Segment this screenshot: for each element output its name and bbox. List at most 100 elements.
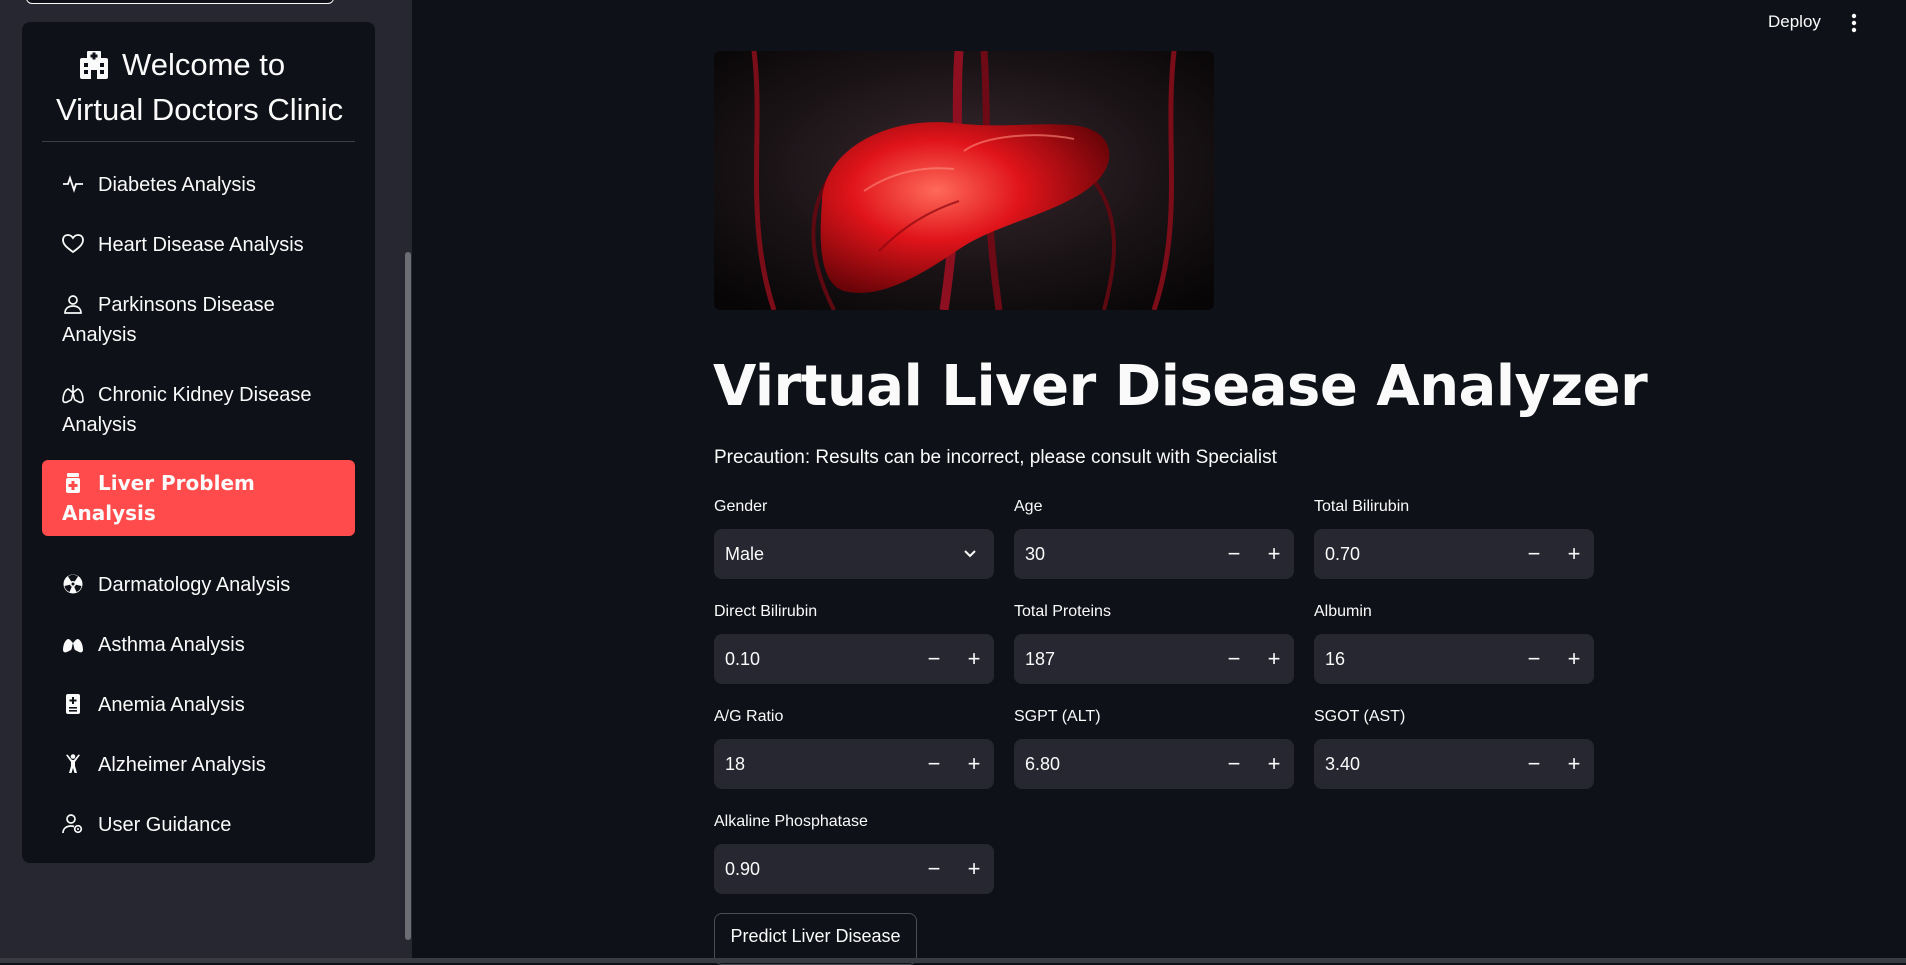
liver-illustration [714,51,1214,310]
person-arms-up-icon [66,754,80,773]
page-title: Virtual Liver Disease Analyzer [713,354,1648,419]
sgot-field: SGOT (AST) − + [1314,707,1594,789]
nav-item-parkinsons[interactable]: Parkinsons Disease Analysis [42,282,355,358]
file-medical-icon [66,694,80,714]
nav-item-asthma[interactable]: Asthma Analysis [42,622,355,668]
field-label: Gender [714,498,768,515]
field-label: Alkaline Phosphatase [714,813,868,830]
nav-item-user-guidance[interactable]: User Guidance [42,802,355,848]
decrement-button[interactable]: − [1514,529,1554,579]
total-bilirubin-field: Total Bilirubin − + [1314,497,1594,579]
alkaline-phosphatase-input[interactable] [725,857,915,881]
sidebar-collapse-control[interactable] [26,0,334,4]
menu-divider [42,141,355,142]
ag-ratio-input[interactable] [725,752,915,776]
albumin-input[interactable] [1325,647,1515,671]
sgot-stepper: − + [1314,739,1594,789]
gender-select[interactable]: Male [714,529,994,579]
nav-item-label: Anemia Analysis [98,694,245,716]
nav-item-kidney[interactable]: Chronic Kidney Disease Analysis [42,372,355,448]
hospital-icon [80,51,108,79]
albumin-stepper: − + [1314,634,1594,684]
increment-button[interactable]: + [954,634,994,684]
decrement-button[interactable]: − [1214,634,1254,684]
sgpt-stepper: − + [1014,739,1294,789]
nav-item-label: Heart Disease Analysis [98,234,304,256]
field-label: Albumin [1314,603,1372,620]
nav-item-label: Chronic Kidney Disease Analysis [62,384,312,436]
increment-button[interactable]: + [1254,634,1294,684]
field-label: Age [1014,498,1043,515]
total-proteins-stepper: − + [1014,634,1294,684]
decrement-button[interactable]: − [914,739,954,789]
sgot-input[interactable] [1325,752,1515,776]
direct-bilirubin-input[interactable] [725,647,915,671]
decrement-button[interactable]: − [1514,634,1554,684]
nav-item-dermatology[interactable]: Darmatology Analysis [42,562,355,608]
precaution-text: Precaution: Results can be incorrect, pl… [714,447,1277,468]
ag-ratio-stepper: − + [714,739,994,789]
nav-item-liver[interactable]: Liver Problem Analysis [42,460,355,536]
decrement-button[interactable]: − [1514,739,1554,789]
sgpt-field: SGPT (ALT) − + [1014,707,1294,789]
age-input[interactable] [1025,542,1215,566]
albumin-field: Albumin − + [1314,602,1594,684]
age-field: Age − + [1014,497,1294,579]
menu-title: Welcome to Virtual Doctors Clinic [56,42,356,132]
increment-button[interactable]: + [1554,739,1594,789]
field-label: Total Proteins [1014,603,1111,620]
increment-button[interactable]: + [954,844,994,894]
sgpt-input[interactable] [1025,752,1215,776]
total-bilirubin-stepper: − + [1314,529,1594,579]
nav-item-label: Diabetes Analysis [98,174,256,196]
nav-item-label: Alzheimer Analysis [98,754,266,776]
nav-item-label: Liver Problem Analysis [62,471,255,525]
nav-item-label: Asthma Analysis [98,634,245,656]
nav-item-label: User Guidance [98,814,232,836]
nav-item-heart-disease[interactable]: Heart Disease Analysis [42,222,355,268]
deploy-button[interactable]: Deploy [1768,10,1821,34]
increment-button[interactable]: + [1254,529,1294,579]
liver-image [714,51,1214,310]
alkaline-phosphatase-stepper: − + [714,844,994,894]
nav-item-anemia[interactable]: Anemia Analysis [42,682,355,728]
nav-item-diabetes[interactable]: Diabetes Analysis [42,162,355,208]
direct-bilirubin-field: Direct Bilirubin − + [714,602,994,684]
field-label: Total Bilirubin [1314,498,1410,515]
total-bilirubin-input[interactable] [1325,542,1515,566]
field-label: Direct Bilirubin [714,603,818,620]
person-gear-icon [62,814,83,834]
gender-value: Male [725,544,765,564]
lungs-icon [62,385,84,404]
more-vertical-icon[interactable] [1846,12,1862,34]
decrement-button[interactable]: − [1214,739,1254,789]
heart-icon [62,234,84,254]
decrement-button[interactable]: − [914,634,954,684]
gender-field: Gender Male [714,497,994,579]
ag-ratio-field: A/G Ratio − + [714,707,994,789]
decrement-button[interactable]: − [1214,529,1254,579]
age-stepper: − + [1014,529,1294,579]
prescription-icon [66,473,80,493]
person-icon [64,295,82,314]
increment-button[interactable]: + [954,739,994,789]
increment-button[interactable]: + [1554,634,1594,684]
field-label: SGOT (AST) [1314,708,1406,725]
lungs-fill-icon [63,635,83,653]
increment-button[interactable]: + [1254,739,1294,789]
activity-icon [63,175,83,193]
chevron-down-icon [964,550,976,558]
field-label: SGPT (ALT) [1014,708,1101,725]
radioactive-icon [63,574,83,594]
nav-menu: Welcome to Virtual Doctors Clinic Diabet… [22,22,375,863]
alkaline-phosphatase-field: Alkaline Phosphatase − + [714,812,994,894]
total-proteins-field: Total Proteins − + [1014,602,1294,684]
total-proteins-input[interactable] [1025,647,1215,671]
sidebar-scrollbar[interactable] [405,252,411,940]
decrement-button[interactable]: − [914,844,954,894]
nav-item-alzheimer[interactable]: Alzheimer Analysis [42,742,355,788]
nav-item-label: Darmatology Analysis [98,574,291,596]
increment-button[interactable]: + [1554,529,1594,579]
direct-bilirubin-stepper: − + [714,634,994,684]
nav-item-label: Parkinsons Disease Analysis [62,294,275,346]
